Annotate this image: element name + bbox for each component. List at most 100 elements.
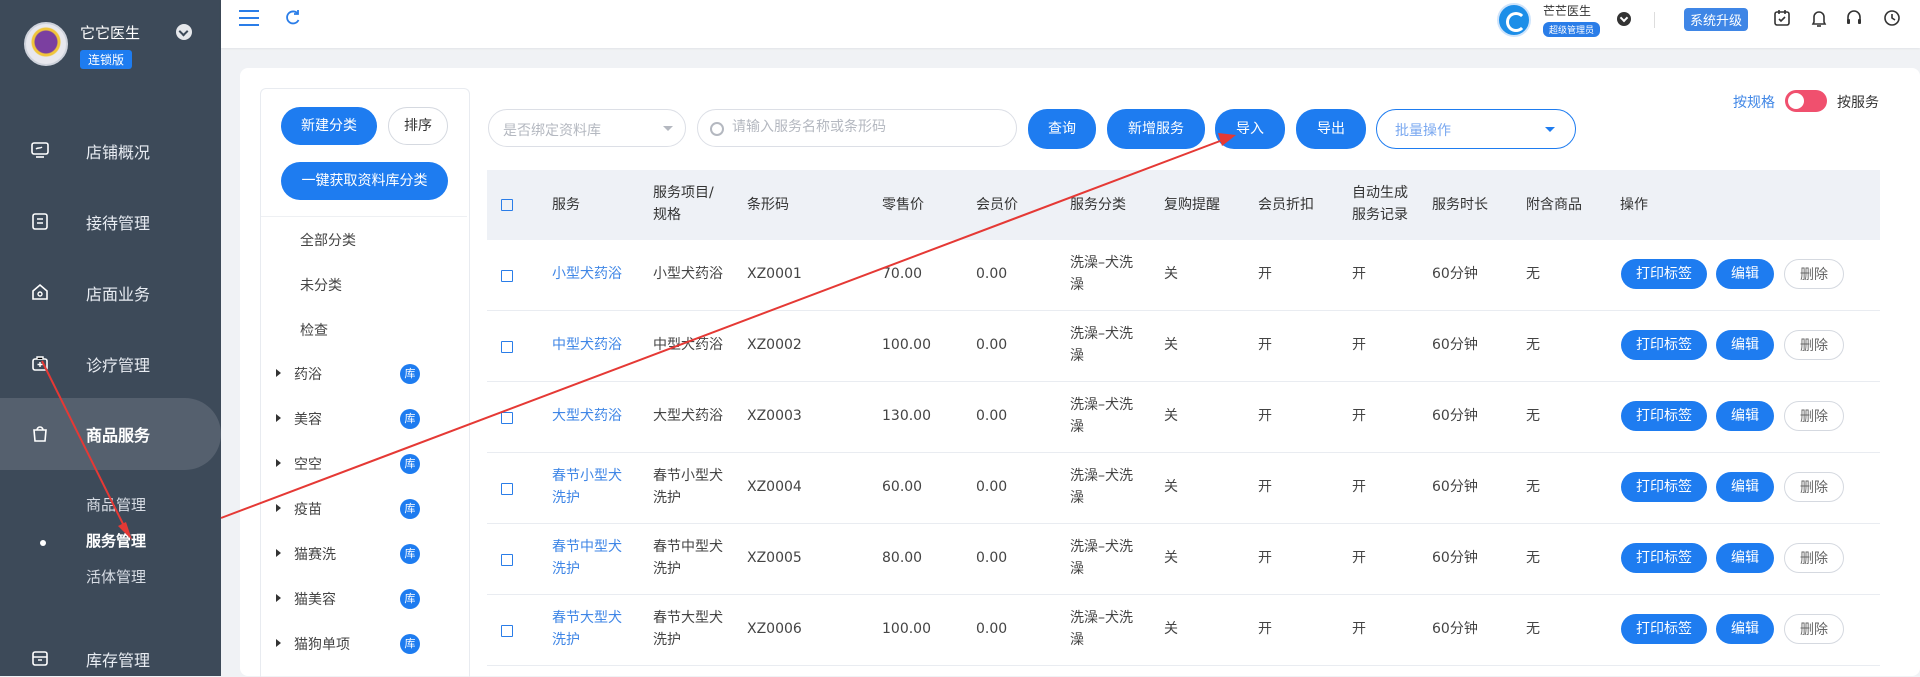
edit-button[interactable]: 编辑 <box>1716 259 1774 289</box>
system-upgrade-button[interactable]: 系统升级 <box>1684 8 1749 31</box>
category-node[interactable]: 猫美容 库 <box>276 589 456 609</box>
category-item-uncategorized[interactable]: 未分类 <box>300 275 342 295</box>
toggle-label-by-spec[interactable]: 按规格 <box>1733 92 1775 112</box>
service-name-link[interactable]: 中型犬药浴 <box>552 334 622 356</box>
expand-arrow-icon[interactable] <box>276 549 281 557</box>
sidebar-item-diagnosis[interactable]: 诊疗管理 <box>0 338 221 388</box>
cell-barcode: XZ0006 <box>747 621 802 637</box>
expand-arrow-icon[interactable] <box>276 414 281 422</box>
submenu-service-management[interactable]: 服务管理 <box>86 530 146 551</box>
service-name-link[interactable]: 洗护 <box>552 558 580 580</box>
category-node[interactable]: 猫赛洗 库 <box>276 544 456 564</box>
cell-attached: 无 <box>1526 550 1540 566</box>
select-all-checkbox[interactable] <box>501 199 513 211</box>
sidebar-item-goods-services[interactable]: 商品服务 <box>0 398 221 470</box>
print-label-button[interactable]: 打印标签 <box>1621 330 1707 360</box>
service-name-link[interactable]: 洗护 <box>552 629 580 651</box>
expand-arrow-icon[interactable] <box>276 504 281 512</box>
search-box[interactable] <box>697 109 1017 147</box>
user-dropdown-icon[interactable] <box>1617 12 1631 26</box>
bell-icon[interactable] <box>1809 8 1829 28</box>
export-button[interactable]: 导出 <box>1296 109 1366 149</box>
row-checkbox[interactable] <box>501 554 513 566</box>
row-checkbox[interactable] <box>501 270 513 282</box>
sidebar-item-label: 店铺概况 <box>86 143 151 162</box>
expand-arrow-icon[interactable] <box>276 369 281 377</box>
print-label-button[interactable]: 打印标签 <box>1621 259 1707 289</box>
headset-icon[interactable] <box>1844 8 1864 28</box>
row-checkbox[interactable] <box>501 341 513 353</box>
cell-duration: 60分钟 <box>1432 479 1478 495</box>
category-node[interactable]: 空空 库 <box>276 454 456 474</box>
print-label-button[interactable]: 打印标签 <box>1621 472 1707 502</box>
cell-item-spec: 大型犬药浴 <box>653 408 723 424</box>
column-header: 服务 <box>552 197 580 213</box>
service-name-link[interactable]: 春节中型犬 <box>552 536 622 558</box>
row-checkbox[interactable] <box>501 483 513 495</box>
search-input[interactable] <box>730 118 1004 136</box>
sidebar-item-reception[interactable]: 接待管理 <box>0 196 221 246</box>
submenu-live-pet-management[interactable]: 活体管理 <box>86 566 146 587</box>
expand-arrow-icon[interactable] <box>276 639 281 647</box>
cell-member-price: 0.00 <box>976 479 1008 495</box>
user-avatar[interactable] <box>1497 3 1531 37</box>
toggle-label-by-service[interactable]: 按服务 <box>1837 92 1879 112</box>
service-name-link[interactable]: 春节小型犬 <box>552 465 622 487</box>
category-node[interactable]: 猫狗单项 库 <box>276 634 456 654</box>
category-node[interactable]: 药浴 库 <box>276 364 456 384</box>
edit-button[interactable]: 编辑 <box>1716 472 1774 502</box>
delete-button[interactable]: 删除 <box>1784 472 1844 502</box>
cell-barcode: XZ0004 <box>747 479 802 495</box>
delete-button[interactable]: 删除 <box>1784 543 1844 573</box>
category-item-exam[interactable]: 检查 <box>300 320 328 340</box>
delete-button[interactable]: 删除 <box>1784 330 1844 360</box>
delete-button[interactable]: 删除 <box>1784 401 1844 431</box>
service-name-link[interactable]: 洗护 <box>552 487 580 509</box>
cell-repurchase: 关 <box>1164 479 1178 495</box>
edit-button[interactable]: 编辑 <box>1716 614 1774 644</box>
category-node[interactable]: 疫苗 库 <box>276 499 456 519</box>
row-checkbox[interactable] <box>501 412 513 424</box>
sidebar-item-storefront[interactable]: 店面业务 <box>0 267 221 317</box>
expand-arrow-icon[interactable] <box>276 459 281 467</box>
menu-toggle-icon[interactable] <box>239 10 259 26</box>
import-button[interactable]: 导入 <box>1215 109 1285 149</box>
category-item-all[interactable]: 全部分类 <box>300 230 356 250</box>
refresh-icon[interactable] <box>283 8 303 28</box>
clinic-switch-dropdown[interactable] <box>176 24 192 40</box>
fetch-library-categories-button[interactable]: 一键获取资料库分类 <box>281 162 448 200</box>
sort-button[interactable]: 排序 <box>388 107 448 145</box>
query-button[interactable]: 查询 <box>1028 109 1096 149</box>
toggle-switch[interactable] <box>1785 90 1827 112</box>
row-checkbox[interactable] <box>501 625 513 637</box>
edit-button[interactable]: 编辑 <box>1716 330 1774 360</box>
cell-barcode: XZ0005 <box>747 550 802 566</box>
delete-button[interactable]: 删除 <box>1784 259 1844 289</box>
sidebar-item-inventory[interactable]: 库存管理 <box>0 633 221 676</box>
sidebar-item-store-overview[interactable]: 店铺概况 <box>0 125 221 175</box>
batch-operations-select[interactable]: 批量操作 <box>1376 109 1576 149</box>
cell-duration: 60分钟 <box>1432 408 1478 424</box>
print-label-button[interactable]: 打印标签 <box>1621 614 1707 644</box>
service-name-link[interactable]: 小型犬药浴 <box>552 263 622 285</box>
service-name-link[interactable]: 大型犬药浴 <box>552 405 622 427</box>
edit-button[interactable]: 编辑 <box>1716 401 1774 431</box>
cell-discount: 开 <box>1258 479 1272 495</box>
clock-icon[interactable] <box>1882 8 1902 28</box>
cell-member-price: 0.00 <box>976 550 1008 566</box>
submenu-goods-management[interactable]: 商品管理 <box>86 494 146 515</box>
add-service-button[interactable]: 新增服务 <box>1107 109 1205 149</box>
expand-arrow-icon[interactable] <box>276 594 281 602</box>
delete-button[interactable]: 删除 <box>1784 614 1844 644</box>
category-node[interactable]: 美容 库 <box>276 409 456 429</box>
bind-library-select[interactable]: 是否绑定资料库 <box>488 109 686 147</box>
edit-button[interactable]: 编辑 <box>1716 543 1774 573</box>
print-label-button[interactable]: 打印标签 <box>1621 543 1707 573</box>
new-category-button[interactable]: 新建分类 <box>281 107 377 145</box>
print-label-button[interactable]: 打印标签 <box>1621 401 1707 431</box>
library-badge: 库 <box>400 544 420 564</box>
column-header: 自动生成 <box>1352 185 1408 201</box>
cell-item-spec: 春节大型犬 <box>653 610 723 626</box>
calendar-icon[interactable] <box>1772 8 1792 28</box>
service-name-link[interactable]: 春节大型犬 <box>552 607 622 629</box>
